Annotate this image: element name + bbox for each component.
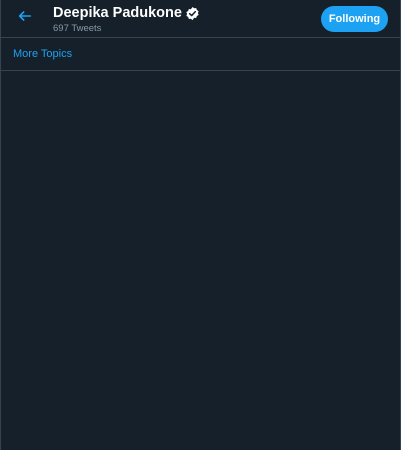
verified-badge-icon — [185, 6, 200, 21]
arrow-left-icon — [17, 8, 33, 29]
topics-row: More Topics — [1, 38, 400, 71]
app-frame: Deepika Padukone 697 Tweets Following Mo… — [0, 0, 401, 450]
profile-name: Deepika Padukone — [53, 5, 182, 21]
back-button[interactable] — [13, 6, 37, 30]
following-button[interactable]: Following — [321, 6, 388, 32]
tweet-count: 697 Tweets — [53, 23, 102, 34]
name-row: Deepika Padukone — [53, 5, 200, 22]
profile-title: Deepika Padukone 697 Tweets — [53, 5, 200, 35]
profile-header: Deepika Padukone 697 Tweets Following — [1, 0, 400, 38]
more-topics-link[interactable]: More Topics — [13, 48, 72, 60]
timeline-area — [1, 71, 400, 450]
